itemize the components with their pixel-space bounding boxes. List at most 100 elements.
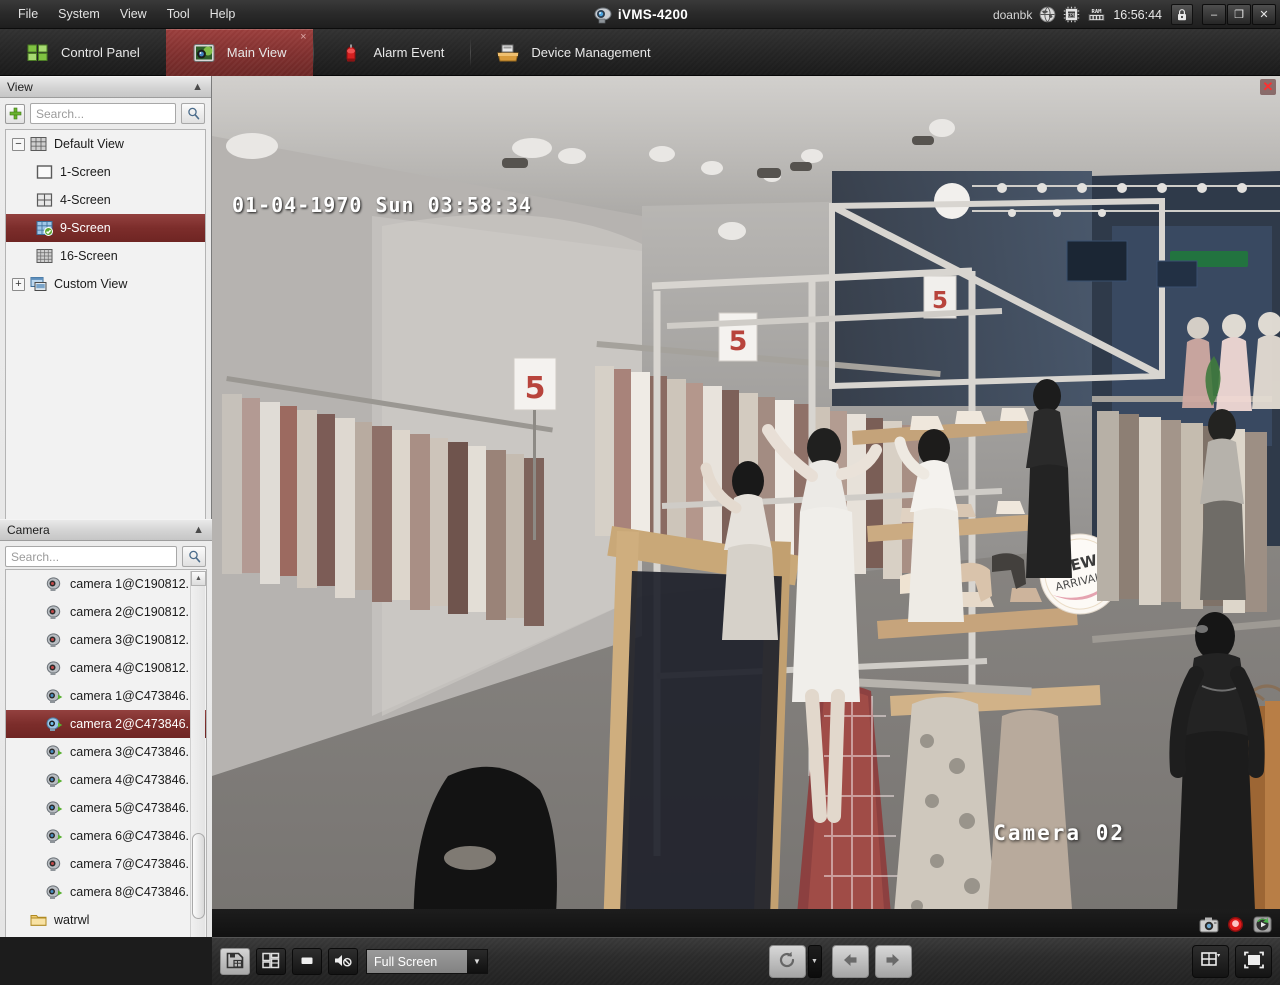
camera-label: camera 3@C473846... xyxy=(70,745,196,759)
tree-item-label: Custom View xyxy=(54,277,127,291)
view-search-input[interactable] xyxy=(36,107,170,121)
camera-offline-icon xyxy=(46,856,63,872)
lock-icon[interactable] xyxy=(1171,4,1193,25)
list-item[interactable]: camera 1@C473846... xyxy=(6,682,206,710)
tree-item-default-view[interactable]: − Default View xyxy=(6,130,205,158)
screen-mode-dropdown[interactable]: Full Screen ▼ xyxy=(366,949,488,974)
menu-tool[interactable]: Tool xyxy=(157,3,200,25)
menu-view[interactable]: View xyxy=(110,3,157,25)
tree-item-4-screen[interactable]: 4-Screen xyxy=(6,186,205,214)
camera-panel: Camera ▲ cam xyxy=(0,519,212,985)
screen-1-icon xyxy=(36,164,53,180)
tab-main-view[interactable]: × Main View xyxy=(166,29,313,76)
camera-panel-title: Camera xyxy=(7,523,50,537)
camera-offline-icon xyxy=(46,576,63,592)
device-management-icon xyxy=(496,42,520,64)
camera-search-box[interactable] xyxy=(5,546,177,567)
main-tab-bar: Control Panel × Main View xyxy=(0,29,1280,76)
live-view-video-pane[interactable]: 5 xyxy=(212,76,1280,937)
capture-snapshot-icon[interactable] xyxy=(1199,916,1218,933)
list-item[interactable]: camera 2@C473846... xyxy=(6,710,206,738)
camera-label: camera 6@C473846... xyxy=(70,829,196,843)
tab-alarm-event[interactable]: Alarm Event xyxy=(313,29,471,76)
list-item[interactable]: camera 6@C473846... xyxy=(6,822,206,850)
restore-button[interactable]: ❐ xyxy=(1227,4,1251,25)
previous-page-button[interactable] xyxy=(832,945,869,978)
ram-icon[interactable]: RAM xyxy=(1087,6,1104,23)
custom-view-icon xyxy=(30,276,47,292)
camera-panel-header[interactable]: Camera ▲ xyxy=(0,519,212,541)
chevron-up-icon[interactable]: ▲ xyxy=(192,82,203,93)
tab-control-panel[interactable]: Control Panel xyxy=(0,29,166,76)
tree-item-16-screen[interactable]: 16-Screen xyxy=(6,242,205,270)
collapse-expander-icon[interactable]: − xyxy=(12,138,25,151)
list-item[interactable]: camera 3@C190812... xyxy=(6,626,206,654)
camera-offline-icon xyxy=(46,604,63,620)
view-search-row xyxy=(0,98,211,129)
mute-audio-button[interactable] xyxy=(328,948,358,975)
list-item[interactable]: camera 5@C473846... xyxy=(6,794,206,822)
view-tree: − Default View 1-Scree xyxy=(5,129,206,526)
camera-online-icon xyxy=(46,716,63,732)
stop-all-live-view-button[interactable] xyxy=(292,948,322,975)
camera-search-input[interactable] xyxy=(11,550,171,564)
arrow-right-icon xyxy=(883,951,903,972)
camera-label: camera 2@C473846... xyxy=(70,717,196,731)
camera-online-icon xyxy=(46,688,63,704)
screen-layout-button[interactable] xyxy=(256,948,286,975)
close-button[interactable]: ✕ xyxy=(1252,4,1276,25)
save-layout-icon xyxy=(226,952,244,972)
camera-online-icon xyxy=(46,800,63,816)
save-view-layout-button[interactable] xyxy=(220,948,250,975)
view-panel-title: View xyxy=(7,80,33,94)
menu-system[interactable]: System xyxy=(48,3,110,25)
view-search-box[interactable] xyxy=(30,103,176,124)
cpu-icon[interactable]: CPU xyxy=(1063,6,1080,23)
chevron-down-icon[interactable]: ▼ xyxy=(467,950,487,973)
globe-icon[interactable] xyxy=(1039,6,1056,23)
view-panel-header[interactable]: View ▲ xyxy=(0,76,211,98)
close-live-view-icon[interactable]: ✕ xyxy=(1260,79,1276,95)
speaker-mute-icon xyxy=(333,952,353,972)
tree-item-1-screen[interactable]: 1-Screen xyxy=(6,158,205,186)
chevron-up-icon[interactable]: ▲ xyxy=(193,525,204,536)
tree-item-custom-view[interactable]: + Custom View xyxy=(6,270,205,298)
view-search-button[interactable] xyxy=(181,103,205,124)
camera-online-icon xyxy=(46,772,63,788)
tree-item-9-screen[interactable]: 9-Screen xyxy=(6,214,205,242)
svg-text:CPU: CPU xyxy=(1068,13,1076,19)
menu-file[interactable]: File xyxy=(8,3,48,25)
camera-list-scrollbar[interactable]: ▲ ▼ xyxy=(190,571,205,955)
list-item[interactable]: camera 4@C473846... xyxy=(6,766,206,794)
scroll-up-arrow-icon[interactable]: ▲ xyxy=(191,571,206,586)
tab-device-management[interactable]: Device Management xyxy=(470,29,676,76)
add-view-button[interactable] xyxy=(5,104,25,124)
menu-help[interactable]: Help xyxy=(200,3,246,25)
list-item[interactable]: camera 7@C473846... xyxy=(6,850,206,878)
instant-playback-icon[interactable] xyxy=(1253,916,1272,933)
auto-switch-options-arrow[interactable]: ▼ xyxy=(808,945,822,978)
list-item[interactable]: camera 4@C190812... xyxy=(6,654,206,682)
control-panel-icon xyxy=(26,42,50,64)
screen-mode-value[interactable]: Full Screen xyxy=(367,950,467,973)
grid-view-icon xyxy=(30,136,47,152)
scrollbar-thumb[interactable] xyxy=(192,833,205,919)
camera-list: camera 1@C190812... camera 2@C190812... … xyxy=(5,569,207,957)
menu-bar: File System View Tool Help xyxy=(0,0,245,29)
minimize-button[interactable]: – xyxy=(1202,4,1226,25)
record-indicator-icon[interactable] xyxy=(1226,916,1245,933)
camera-search-button[interactable] xyxy=(182,546,206,567)
window-division-button[interactable] xyxy=(1192,945,1229,978)
tab-close-icon[interactable]: × xyxy=(300,32,306,42)
tree-item-label: 16-Screen xyxy=(60,249,118,263)
list-item[interactable]: camera 3@C473846... xyxy=(6,738,206,766)
list-item[interactable]: watrwl xyxy=(6,906,206,934)
list-item[interactable]: camera 8@C473846... xyxy=(6,878,206,906)
expand-expander-icon[interactable]: + xyxy=(12,278,25,291)
video-osd-timestamp: 01-04-1970 Sun 03:58:34 xyxy=(232,193,532,217)
full-screen-button[interactable] xyxy=(1235,945,1272,978)
next-page-button[interactable] xyxy=(875,945,912,978)
list-item[interactable]: camera 1@C190812... xyxy=(6,570,206,598)
list-item[interactable]: camera 2@C190812... xyxy=(6,598,206,626)
auto-switch-button[interactable] xyxy=(769,945,806,978)
